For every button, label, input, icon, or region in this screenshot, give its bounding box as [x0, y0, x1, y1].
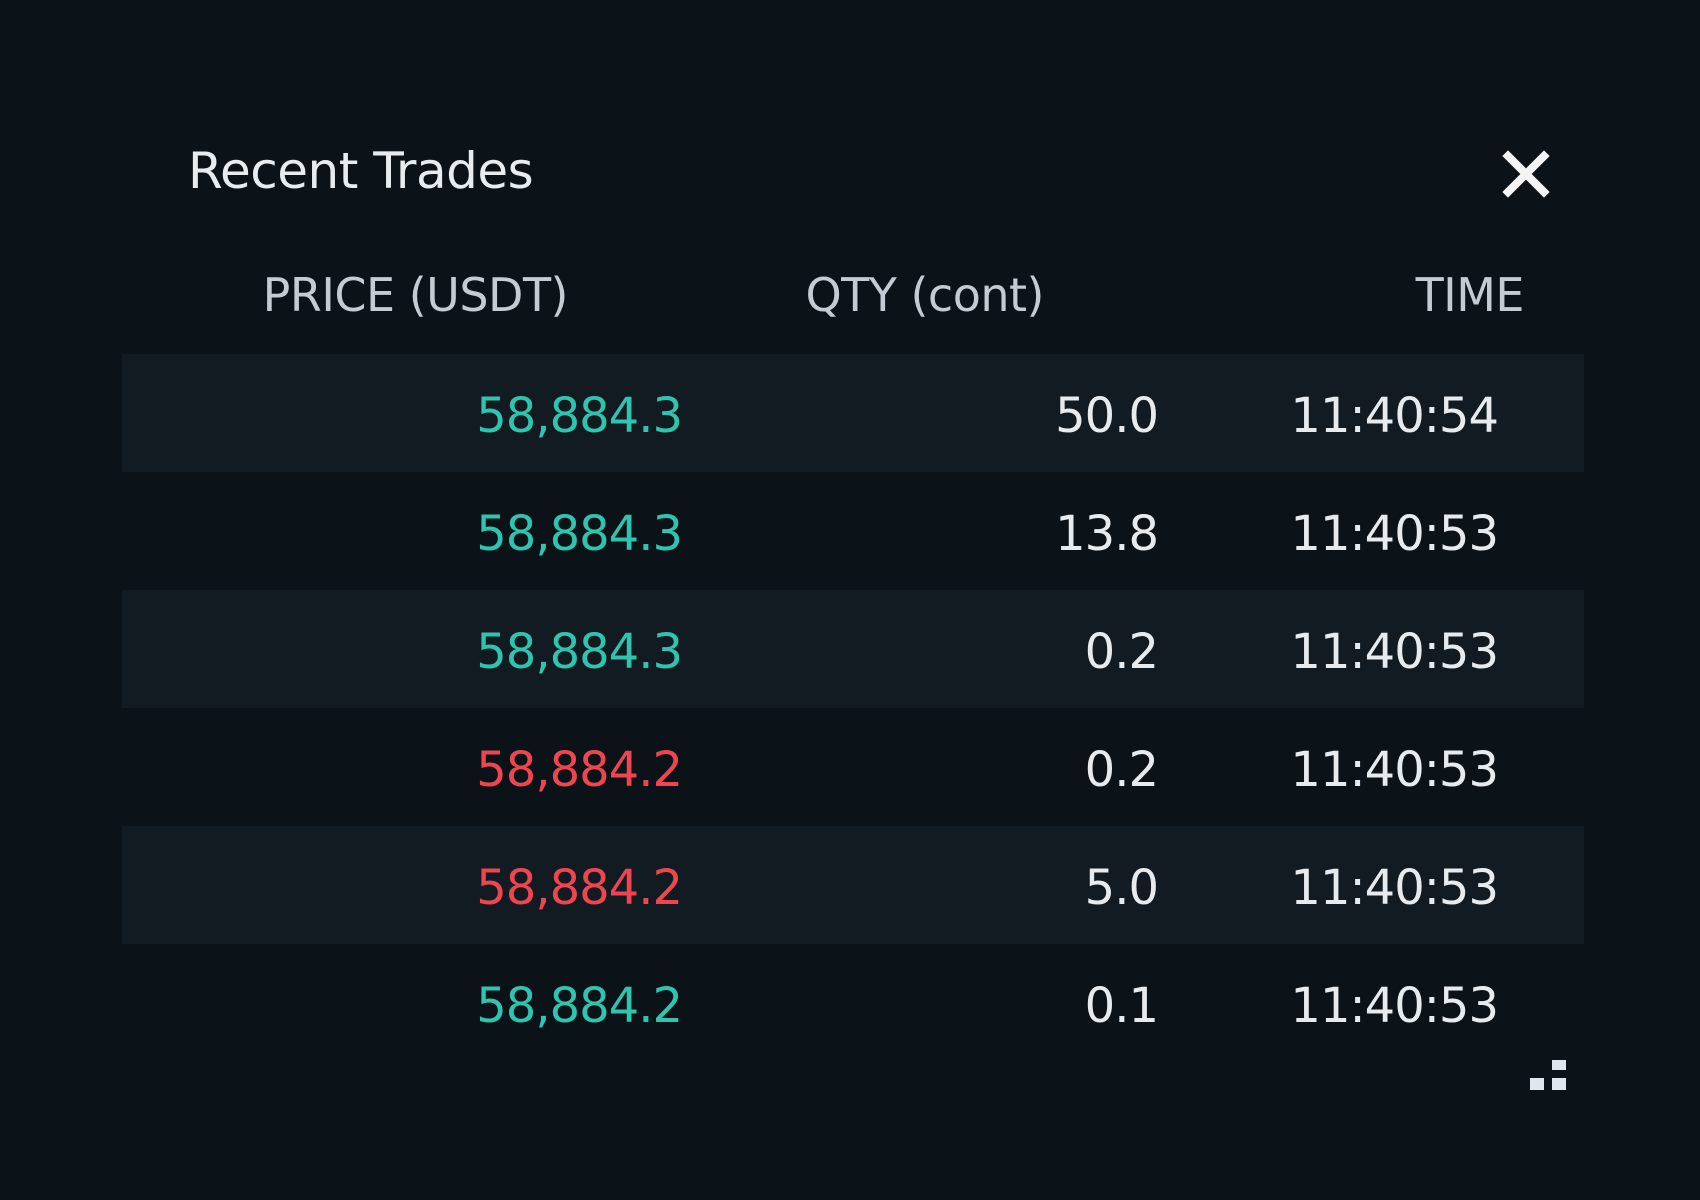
- column-header-price[interactable]: PRICE (USDT): [263, 268, 569, 322]
- trade-time: 11:40:53: [1290, 624, 1499, 680]
- trade-qty: 50.0: [1055, 388, 1159, 444]
- trade-time: 11:40:53: [1290, 978, 1499, 1034]
- trade-qty: 5.0: [1084, 860, 1159, 916]
- close-icon: [1502, 150, 1550, 198]
- trade-row[interactable]: 58,884.3 13.8 11:40:53: [122, 472, 1584, 590]
- trade-price: 58,884.3: [476, 506, 683, 562]
- panel-title: Recent Trades: [188, 142, 534, 200]
- column-header-qty[interactable]: QTY (cont): [805, 268, 1044, 322]
- trade-price: 58,884.2: [476, 860, 683, 916]
- trade-price: 58,884.2: [476, 978, 683, 1034]
- trade-price: 58,884.3: [476, 624, 683, 680]
- trade-qty: 0.2: [1084, 742, 1159, 798]
- resize-grip-icon: [1530, 1060, 1566, 1090]
- trade-qty: 13.8: [1055, 506, 1159, 562]
- recent-trades-panel: Recent Trades PRICE (USDT) QTY (cont) TI…: [0, 0, 1700, 1200]
- resize-handle[interactable]: [1526, 1058, 1572, 1094]
- trade-time: 11:40:53: [1290, 742, 1499, 798]
- trade-time: 11:40:53: [1290, 506, 1499, 562]
- trade-price: 58,884.3: [476, 388, 683, 444]
- trade-row[interactable]: 58,884.2 0.2 11:40:53: [122, 708, 1584, 826]
- trade-row[interactable]: 58,884.3 0.2 11:40:53: [122, 590, 1584, 708]
- column-header-time[interactable]: TIME: [1416, 268, 1525, 322]
- trade-qty: 0.2: [1084, 624, 1159, 680]
- close-button[interactable]: [1498, 146, 1554, 202]
- trade-time: 11:40:54: [1290, 388, 1499, 444]
- trade-price: 58,884.2: [476, 742, 683, 798]
- trade-qty: 0.1: [1084, 978, 1159, 1034]
- trade-time: 11:40:53: [1290, 860, 1499, 916]
- trade-row[interactable]: 58,884.3 50.0 11:40:54: [122, 354, 1584, 472]
- trade-row[interactable]: 58,884.2 0.1 11:40:53: [122, 944, 1584, 1062]
- trade-row[interactable]: 58,884.2 5.0 11:40:53: [122, 826, 1584, 944]
